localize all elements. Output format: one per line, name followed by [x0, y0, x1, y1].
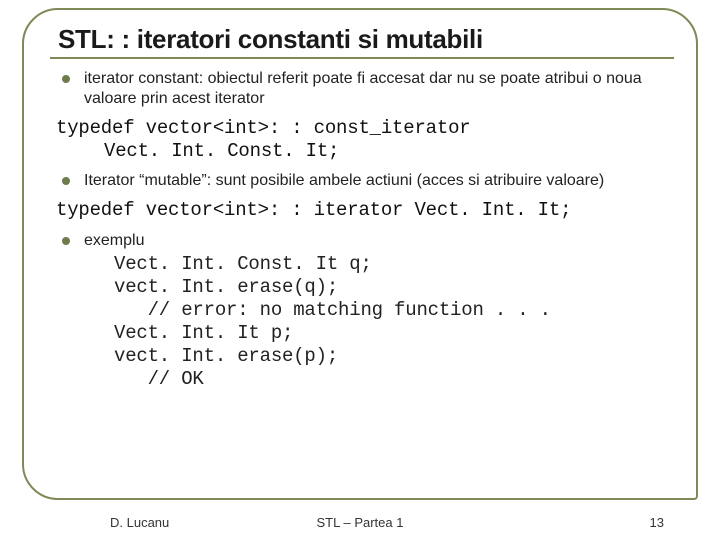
footer-title: STL – Partea 1: [317, 515, 404, 530]
code-line: Vect. Int. Const. It;: [104, 140, 339, 162]
slide-frame: STL: : iteratori constanti si mutabili i…: [22, 8, 698, 500]
code-line: vect. Int. erase(p);: [114, 345, 338, 367]
code-line: vect. Int. erase(q);: [114, 276, 338, 298]
code-line: // error: no matching function . . .: [114, 299, 551, 321]
example-content: exemplu Vect. Int. Const. It q; vect. In…: [84, 231, 666, 392]
bullet-2-text: Iterator “mutable”: sunt posibile ambele…: [84, 171, 666, 191]
code-line: typedef vector<int>: : iterator Vect. In…: [56, 199, 571, 221]
code-line: typedef vector<int>: : const_iterator: [56, 117, 470, 139]
slide-body: iterator constant: obiectul referit poat…: [50, 69, 674, 392]
example-code: Vect. Int. Const. It q; vect. Int. erase…: [114, 253, 666, 392]
bullet-2: Iterator “mutable”: sunt posibile ambele…: [56, 171, 666, 191]
bullet-icon: [62, 75, 70, 83]
title-underline: [50, 57, 674, 59]
code-line: // OK: [114, 368, 204, 390]
bullet-icon: [62, 177, 70, 185]
example-label: exemplu: [84, 231, 666, 251]
code-line: Vect. Int. Const. It q;: [114, 253, 372, 275]
slide-footer: D. Lucanu STL – Partea 1 13: [0, 515, 720, 530]
footer-page-number: 13: [650, 515, 664, 530]
slide-title: STL: : iteratori constanti si mutabili: [58, 24, 674, 55]
typedef-iterator: typedef vector<int>: : iterator Vect. In…: [56, 199, 666, 222]
typedef-const-iterator: typedef vector<int>: : const_iterator Ve…: [56, 117, 666, 163]
bullet-icon: [62, 237, 70, 245]
footer-author: D. Lucanu: [110, 515, 169, 530]
bullet-1-text: iterator constant: obiectul referit poat…: [84, 69, 666, 109]
bullet-3: exemplu Vect. Int. Const. It q; vect. In…: [56, 231, 666, 392]
bullet-1: iterator constant: obiectul referit poat…: [56, 69, 666, 109]
slide: STL: : iteratori constanti si mutabili i…: [0, 0, 720, 540]
code-line: Vect. Int. It p;: [114, 322, 293, 344]
